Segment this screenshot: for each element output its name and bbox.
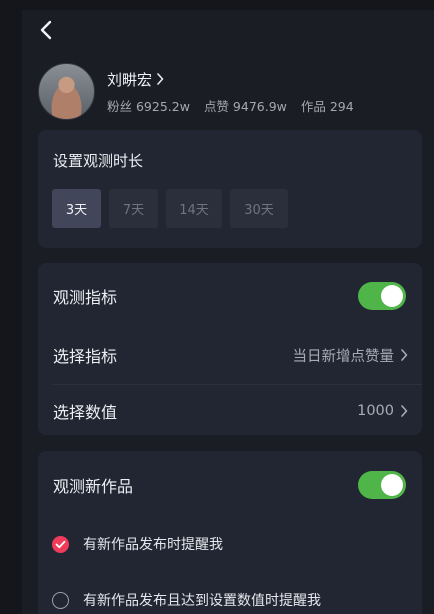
profile-name: 刘畊宏 (107, 70, 153, 89)
new-works-option-2-label: 有新作品发布且达到设置数值时提醒我 (83, 593, 321, 609)
new-works-toggle-label: 观测新作品 (53, 477, 134, 496)
select-value-value-wrap: 1000 (357, 403, 408, 419)
new-works-option-1[interactable]: 有新作品发布时提醒我 (52, 534, 223, 554)
toggle-knob (381, 285, 403, 307)
select-metric-row[interactable]: 选择指标 当日新增点赞量 (53, 329, 422, 381)
new-works-card: 观测新作品 有新作品发布时提醒我 有新作品发布且达到设置数值时提醒我 (38, 451, 422, 614)
radio-unchecked-icon[interactable] (52, 591, 69, 609)
profile-info: 刘畊宏 粉丝 6925.2w 点赞 9476.9w 作品 294 (107, 68, 354, 115)
new-works-toggle[interactable] (358, 471, 406, 499)
radio-checked-icon[interactable] (52, 535, 69, 553)
toggle-knob (381, 474, 403, 496)
duration-option-7d[interactable]: 7天 (109, 189, 158, 228)
duration-options: 3天 7天 14天 30天 (52, 189, 288, 228)
select-metric-label: 选择指标 (53, 347, 118, 366)
back-button[interactable] (32, 16, 60, 44)
metrics-toggle[interactable] (358, 282, 406, 310)
metrics-toggle-label: 观测指标 (53, 288, 118, 307)
fans-count: 粉丝 6925.2w (107, 99, 190, 114)
duration-option-14d[interactable]: 14天 (166, 189, 222, 228)
select-value-label: 选择数值 (53, 403, 118, 422)
avatar[interactable] (38, 63, 95, 120)
duration-option-3d[interactable]: 3天 (52, 189, 101, 228)
new-works-toggle-row: 观测新作品 (53, 470, 422, 500)
duration-title: 设置观测时长 (53, 152, 144, 170)
select-metric-value: 当日新增点赞量 (292, 348, 395, 365)
likes-count: 点赞 9476.9w (203, 99, 287, 114)
new-works-option-1-label: 有新作品发布时提醒我 (83, 537, 223, 553)
works-count: 作品 294 (300, 99, 354, 114)
select-value-row[interactable]: 选择数值 1000 (53, 385, 422, 437)
select-metric-value-wrap: 当日新增点赞量 (293, 345, 409, 366)
metrics-toggle-row: 观测指标 (53, 281, 422, 311)
chevron-right-icon (156, 73, 164, 85)
select-value-value: 1000 (357, 403, 394, 419)
duration-option-30d[interactable]: 30天 (230, 189, 288, 228)
new-works-option-2[interactable]: 有新作品发布且达到设置数值时提醒我 (52, 590, 321, 610)
profile-name-link[interactable]: 刘畊宏 (107, 68, 354, 90)
duration-card: 设置观测时长 3天 7天 14天 30天 (38, 130, 422, 248)
metrics-card: 观测指标 选择指标 当日新增点赞量 选择数值 1000 (38, 263, 422, 435)
profile-header: 刘畊宏 粉丝 6925.2w 点赞 9476.9w 作品 294 (38, 63, 354, 120)
profile-stats: 粉丝 6925.2w 点赞 9476.9w 作品 294 (107, 96, 354, 115)
chevron-right-icon (400, 349, 408, 361)
screen: 刘畊宏 粉丝 6925.2w 点赞 9476.9w 作品 294 设置观测时长 … (22, 10, 434, 614)
chevron-right-icon (400, 405, 408, 417)
chevron-left-icon (40, 20, 52, 40)
